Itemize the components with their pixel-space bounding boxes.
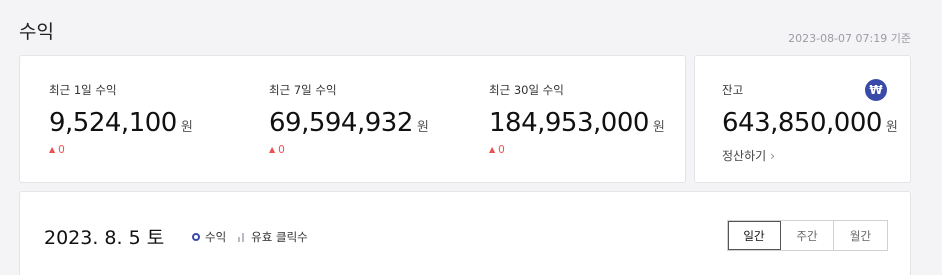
chart-legend: 수익 유효 클릭수: [192, 229, 320, 245]
up-arrow-icon: ▲: [489, 145, 496, 154]
stat-unit: 원: [180, 120, 193, 135]
balance-card: 잔고 643,850,000 원 정산하기 › ₩: [694, 55, 911, 183]
legend-label: 수익: [205, 230, 227, 244]
tab-daily[interactable]: 일간: [728, 221, 781, 250]
stat-value: 69,594,932 원: [269, 108, 429, 138]
settle-label: 정산하기: [722, 149, 767, 163]
revenue-summary-card: 최근 1일 수익 9,524,100 원 ▲ 0 최근 7일 수익 69,594,9…: [19, 55, 686, 183]
stat-change: ▲ 0: [269, 144, 429, 156]
page-title: 수익: [19, 21, 54, 43]
balance-unit: 원: [885, 120, 898, 135]
chevron-right-icon: ›: [770, 149, 775, 163]
stat-1day: 최근 1일 수익 9,524,100 원 ▲ 0: [49, 82, 193, 156]
won-icon: ₩: [865, 79, 887, 101]
stat-label: 최근 7일 수익: [269, 83, 337, 97]
legend-label: 유효 클릭수: [251, 230, 308, 244]
stat-value: 184,953,000 원: [489, 108, 665, 138]
stat-change: ▲ 0: [49, 144, 193, 156]
stat-unit: 원: [652, 120, 665, 135]
stat-30day: 최근 30일 수익 184,953,000 원 ▲ 0: [489, 82, 665, 156]
stat-label: 최근 30일 수익: [489, 83, 564, 97]
stat-change-value: 0: [498, 144, 505, 156]
period-tabs: 일간 주간 월간: [727, 220, 888, 251]
stat-value: 9,524,100 원: [49, 108, 193, 138]
balance-value: 643,850,000 원: [722, 108, 898, 138]
up-arrow-icon: ▲: [269, 145, 276, 154]
tab-weekly[interactable]: 주간: [781, 221, 834, 250]
legend-item-clicks: 유효 클릭수: [238, 229, 308, 245]
circle-marker-icon: [192, 233, 200, 241]
stat-label: 최근 1일 수익: [49, 83, 117, 97]
balance-number: 643,850,000: [722, 108, 882, 138]
bar-marker-icon: [238, 232, 246, 242]
up-arrow-icon: ▲: [49, 145, 56, 154]
daily-chart-card: 2023. 8. 5 토 수익 유효 클릭수 일간 주간 월간: [19, 191, 911, 275]
stat-change-value: 0: [278, 144, 285, 156]
stat-number: 69,594,932: [269, 108, 413, 138]
settle-link[interactable]: 정산하기 ›: [722, 147, 898, 164]
tab-monthly[interactable]: 월간: [834, 221, 887, 250]
legend-item-revenue: 수익: [192, 229, 226, 245]
stat-unit: 원: [416, 120, 429, 135]
updated-timestamp: 2023-08-07 07:19 기준: [788, 32, 911, 45]
stat-number: 184,953,000: [489, 108, 649, 138]
stat-change-value: 0: [58, 144, 65, 156]
stat-7day: 최근 7일 수익 69,594,932 원 ▲ 0: [269, 82, 429, 156]
chart-date: 2023. 8. 5 토: [44, 227, 165, 249]
stat-change: ▲ 0: [489, 144, 665, 156]
stat-number: 9,524,100: [49, 108, 177, 138]
